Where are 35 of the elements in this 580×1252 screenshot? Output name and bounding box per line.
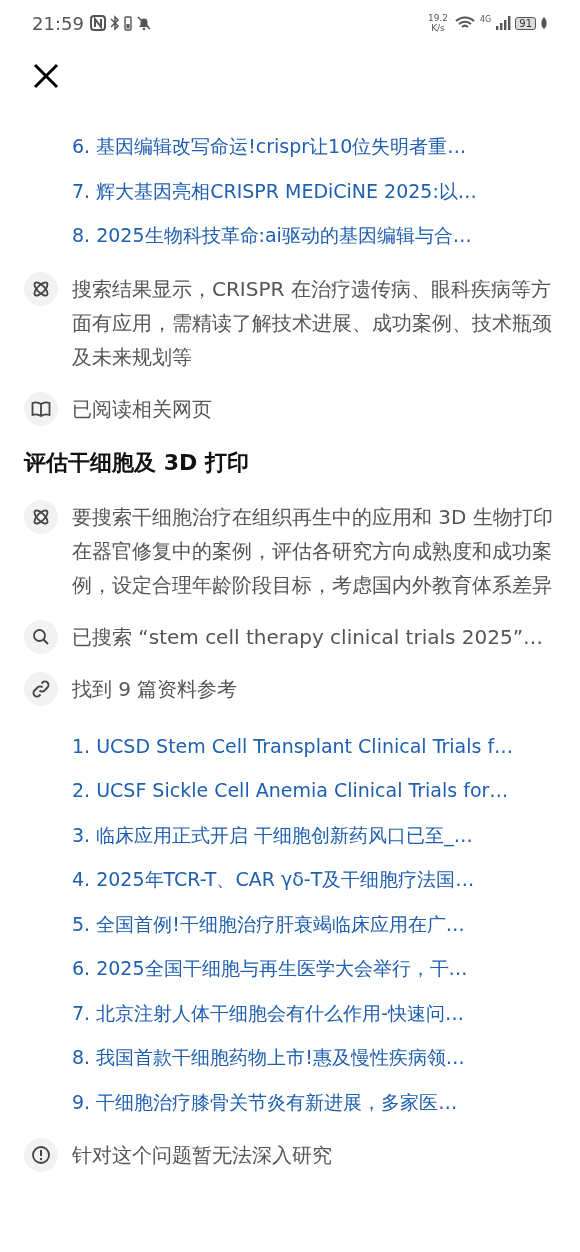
reference-link[interactable]: 6. 基因编辑改写命运!crispr让10位失明者重… [72, 124, 467, 169]
bell-off-icon [135, 15, 152, 31]
reference-link[interactable]: 3. 临床应用正式开启 干细胞创新药风口已至_… [72, 812, 473, 857]
step-text: 针对这个问题暂无法深入研究 [72, 1142, 332, 1169]
step-text: 找到 9 篇资料参考 [72, 675, 238, 703]
reference-link[interactable]: 1. UCSD Stem Cell Transplant Clinical Trials f… [72, 723, 514, 768]
wifi-icon [453, 15, 476, 31]
search-icon [32, 627, 50, 646]
status-time: 21:59 [32, 12, 84, 34]
bluetooth-icon [109, 15, 120, 31]
info-icon [31, 1145, 51, 1165]
section-heading: 评估干细胞及 3D 打印 [22, 448, 250, 477]
nfc-icon [89, 15, 106, 31]
link-icon [31, 678, 51, 699]
reference-link[interactable]: 8. 我国首款干细胞药物上市!惠及慢性疾病领… [72, 1035, 465, 1080]
reference-link[interactable]: 9. 干细胞治疗膝骨关节炎有新进展，多家医… [72, 1079, 458, 1124]
battery-level: 91 [515, 16, 536, 30]
step-text: 要搜索干细胞治疗在组织再生中的应用和 3D 生物打印在器官修复中的案例，评估各研究方向成熟度和成功案例，设定合理年龄阶段目标，考虑国内外教育体系差异 [72, 503, 554, 599]
step-text: 已搜索 “stem cell therapy clinical trials 2025”… [72, 623, 544, 651]
reference-link[interactable]: 5. 全国首例!干细胞治疗肝衰竭临床应用在广… [72, 901, 465, 946]
reference-link[interactable]: 6. 2025全国干细胞与再生医学大会举行，干… [72, 946, 468, 991]
signal-icon [495, 15, 512, 31]
leaf-icon [540, 16, 548, 30]
battery-icon [123, 15, 132, 31]
book-icon [31, 399, 51, 418]
network-type: 4G [479, 15, 492, 24]
step-text: 已阅读相关网页 [72, 395, 212, 423]
speed-value: 19.2 [427, 13, 448, 23]
reference-link[interactable]: 7. 北京注射人体干细胞会有什么作用-快速问… [72, 990, 465, 1035]
speed-unit: K/s [431, 23, 445, 33]
reference-link[interactable]: 7. 辉大基因亮相CRISPR MEDiCiNE 2025:以… [72, 168, 477, 213]
reference-link[interactable]: 2. UCSF Sickle Cell Anemia Clinical Trials for… [72, 768, 509, 813]
reference-link[interactable]: 8. 2025生物科技革命:ai驱动的基因编辑与合… [72, 213, 472, 258]
reference-link[interactable]: 4. 2025年TCR-T、CAR γδ-T及干细胞疗法国… [72, 857, 475, 902]
step-text: 搜索结果显示，CRISPR 在治疗遗传病、眼科疾病等方面有应用，需精读了解技术进展、成功案例、技术瓶颈及未来规划等 [72, 275, 553, 371]
